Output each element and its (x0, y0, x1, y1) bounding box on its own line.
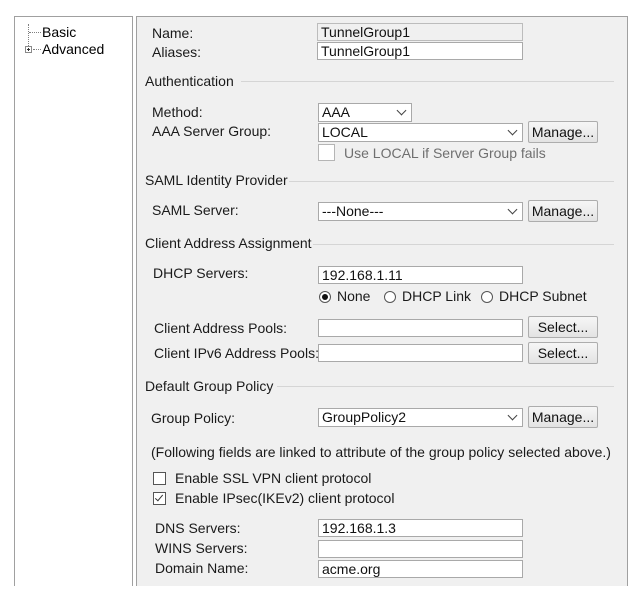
expand-icon[interactable] (25, 46, 32, 53)
group-policy-label: Group Policy: (151, 410, 236, 426)
saml-section-title: SAML Identity Provider (145, 172, 288, 188)
aliases-field[interactable]: TunnelGroup1 (317, 42, 523, 60)
use-local-label: Use LOCAL if Server Group fails (344, 145, 546, 161)
aliases-label: Aliases: (152, 44, 202, 60)
dhcp-servers-field[interactable]: 192.168.1.11 (318, 266, 523, 284)
radio-dhcp-subnet-label: DHCP Subnet (499, 288, 587, 304)
ipsec-checkbox[interactable] (153, 492, 166, 505)
group-policy-manage-button[interactable]: Manage... (528, 406, 598, 428)
method-dropdown[interactable]: AAA (318, 103, 412, 122)
check-icon (154, 492, 164, 502)
radio-dhcp-subnet[interactable] (481, 291, 493, 303)
radio-none-label: None (337, 288, 371, 304)
name-label: Name: (152, 25, 194, 41)
domain-name-field[interactable]: acme.org (318, 560, 523, 578)
radio-dhcp-link-label: DHCP Link (402, 288, 471, 304)
method-value: AAA (322, 104, 351, 120)
tree-connector (29, 32, 41, 33)
aaa-server-group-dropdown[interactable]: LOCAL (318, 123, 523, 142)
tree-item-basic[interactable]: Basic (42, 24, 76, 40)
navigation-tree: Basic Advanced (14, 16, 133, 586)
ssl-vpn-checkbox[interactable] (153, 472, 166, 485)
section-divider (241, 81, 614, 82)
aaa-server-group-label: AAA Server Group: (152, 123, 272, 139)
saml-manage-button[interactable]: Manage... (528, 200, 598, 222)
client-address-pools-label: Client Address Pools: (154, 320, 288, 336)
aaa-manage-button[interactable]: Manage... (528, 121, 598, 143)
client-ipv6-pools-label: Client IPv6 Address Pools: (154, 345, 319, 361)
authentication-section-title: Authentication (145, 73, 234, 89)
saml-server-label: SAML Server: (152, 202, 239, 218)
radio-selected-dot (322, 294, 328, 300)
radio-none[interactable] (319, 291, 331, 303)
section-divider (277, 386, 614, 387)
group-policy-dropdown[interactable]: GroupPolicy2 (318, 408, 523, 427)
ipsec-label: Enable IPsec(IKEv2) client protocol (175, 490, 395, 506)
tree-connector (33, 49, 41, 50)
tree-item-advanced[interactable]: Advanced (42, 41, 104, 57)
domain-name-label: Domain Name: (155, 560, 249, 576)
client-address-section-title: Client Address Assignment (145, 235, 312, 251)
group-policy-section-title: Default Group Policy (145, 378, 274, 394)
chevron-down-icon (507, 410, 518, 421)
dns-servers-label: DNS Servers: (155, 520, 241, 536)
aaa-server-group-value: LOCAL (322, 124, 368, 140)
pools-select-button[interactable]: Select... (528, 316, 598, 338)
dns-servers-field[interactable]: 192.168.1.3 (318, 519, 523, 537)
client-address-pools-field[interactable] (318, 319, 523, 337)
tunnel-group-form: Name: TunnelGroup1 Aliases: TunnelGroup1… (136, 16, 628, 586)
dhcp-servers-label: DHCP Servers: (153, 265, 249, 281)
ipv6-pools-select-button[interactable]: Select... (528, 342, 598, 364)
name-field: TunnelGroup1 (317, 23, 523, 41)
wins-servers-field[interactable] (318, 540, 523, 558)
use-local-checkbox[interactable] (318, 144, 335, 161)
group-policy-value: GroupPolicy2 (322, 409, 407, 425)
wins-servers-label: WINS Servers: (155, 540, 248, 556)
group-policy-note: (Following fields are linked to attribut… (151, 444, 611, 460)
saml-server-dropdown[interactable]: ---None--- (318, 202, 523, 221)
radio-dhcp-link[interactable] (384, 291, 396, 303)
chevron-down-icon (396, 105, 407, 116)
section-divider (313, 244, 614, 245)
client-ipv6-pools-field[interactable] (318, 344, 523, 362)
ssl-vpn-label: Enable SSL VPN client protocol (175, 470, 372, 486)
chevron-down-icon (507, 204, 518, 215)
section-divider (289, 181, 614, 182)
method-label: Method: (152, 104, 203, 120)
chevron-down-icon (507, 125, 518, 136)
saml-server-value: ---None--- (322, 203, 384, 219)
